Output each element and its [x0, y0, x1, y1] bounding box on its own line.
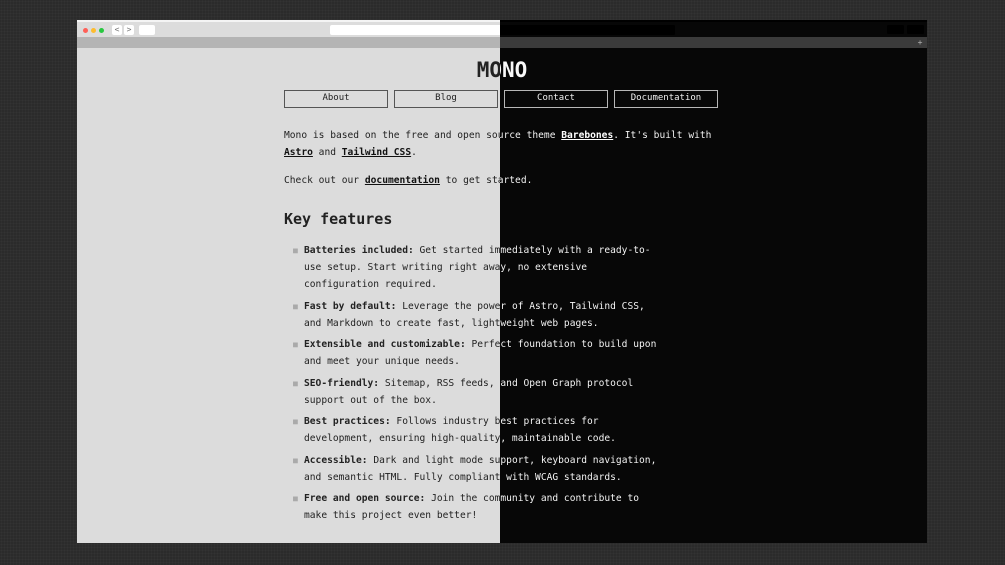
browser-window: < > + MONO About Blog Contact Documentat…	[77, 20, 927, 543]
tab-overview-button[interactable]	[139, 25, 155, 35]
text: and	[312, 147, 342, 158]
documentation-link[interactable]: documentation	[365, 175, 440, 186]
feature-title: Extensible and customizable:	[304, 339, 466, 350]
dark-mode-overlay	[500, 20, 927, 543]
text: Check out our	[284, 175, 365, 186]
back-button[interactable]: <	[112, 25, 122, 35]
bullet-icon: ■	[293, 378, 298, 388]
feature-title: Accessible:	[304, 454, 368, 466]
bullet-icon: ■	[293, 340, 298, 349]
bullet-icon: ■	[293, 494, 298, 503]
text: .	[411, 147, 417, 158]
feature-title: Batteries included:	[304, 245, 414, 256]
minimize-window-button[interactable]	[91, 28, 96, 33]
bullet-icon: ■	[293, 455, 298, 465]
close-window-button[interactable]	[83, 28, 88, 33]
feature-title: Fast by default:	[304, 300, 397, 312]
maximize-window-button[interactable]	[99, 28, 104, 33]
forward-button[interactable]: >	[124, 25, 134, 35]
tailwind-link[interactable]: Tailwind CSS	[342, 147, 411, 158]
bullet-icon: ■	[293, 301, 298, 311]
nav-blog[interactable]: Blog	[394, 90, 498, 108]
astro-link[interactable]: Astro	[284, 147, 313, 158]
bullet-icon: ■	[293, 417, 298, 426]
feature-title: Free and open source:	[304, 493, 426, 504]
bullet-icon: ■	[293, 246, 298, 255]
feature-title: Best practices:	[304, 416, 391, 427]
feature-title: SEO-friendly:	[304, 377, 380, 389]
nav-about[interactable]: About	[284, 90, 388, 108]
